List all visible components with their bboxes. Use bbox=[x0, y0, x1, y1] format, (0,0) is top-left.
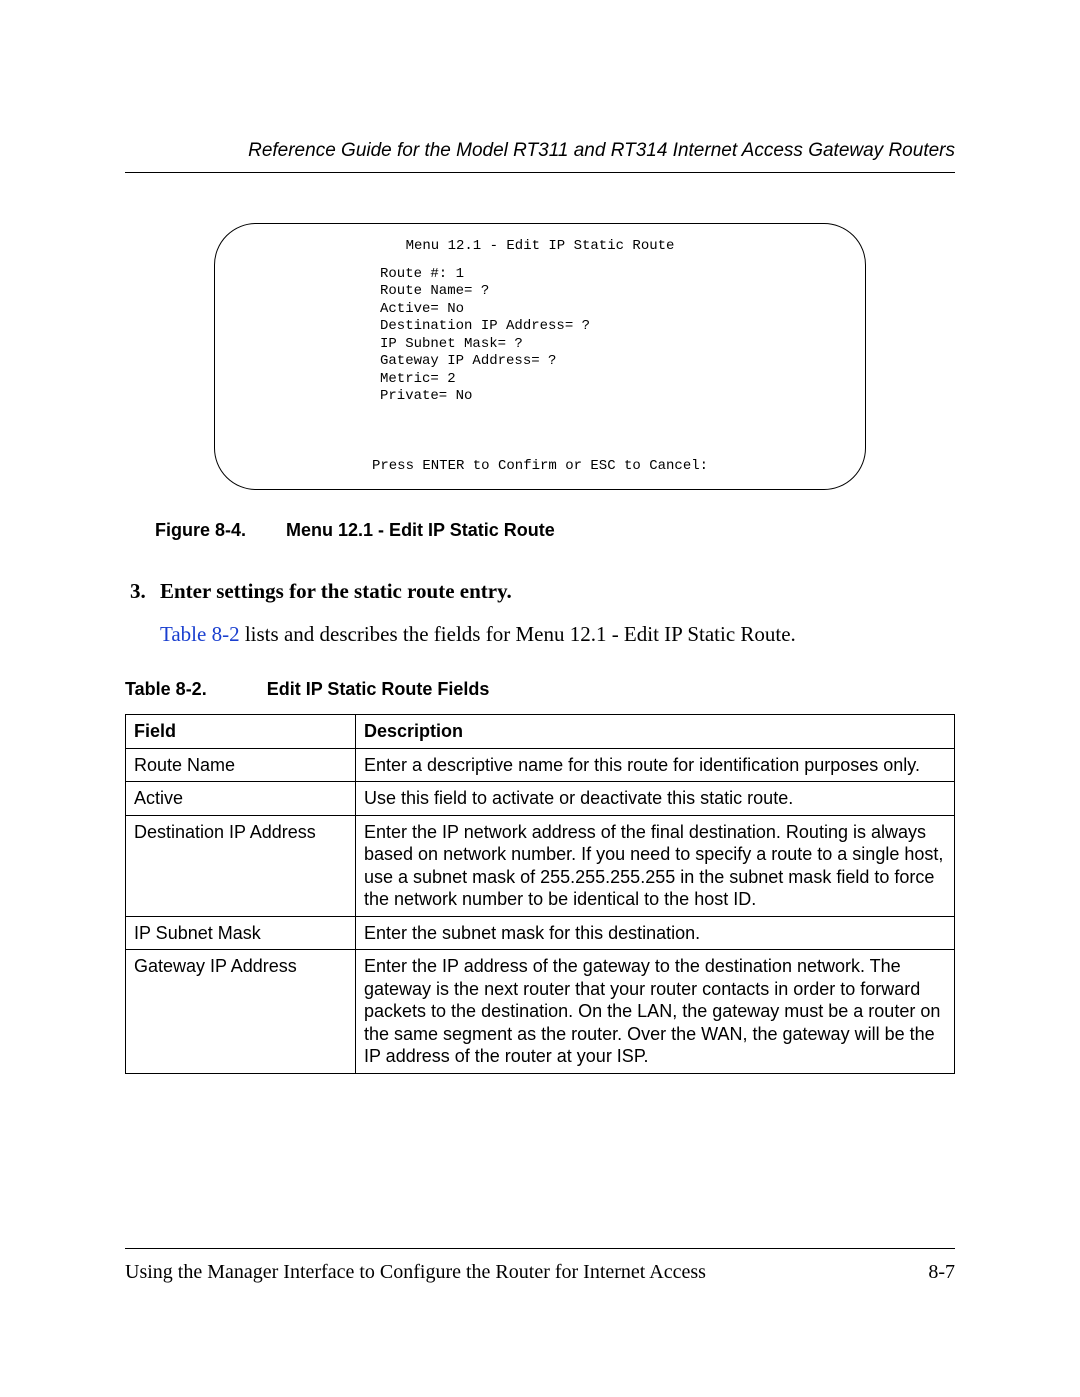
table-cell-field: Gateway IP Address bbox=[126, 950, 356, 1074]
terminal-footer: Press ENTER to Confirm or ESC to Cancel: bbox=[235, 458, 845, 476]
terminal-line: Private= No bbox=[380, 388, 845, 406]
terminal-title: Menu 12.1 - Edit IP Static Route bbox=[235, 238, 845, 256]
table-cell-field: IP Subnet Mask bbox=[126, 916, 356, 950]
table-row: Route Name Enter a descriptive name for … bbox=[126, 748, 955, 782]
fields-table: Field Description Route Name Enter a des… bbox=[125, 714, 955, 1074]
figure-title: Menu 12.1 - Edit IP Static Route bbox=[286, 520, 555, 540]
terminal-line: Route Name= ? bbox=[380, 283, 845, 301]
figure-label: Figure 8-4. bbox=[155, 520, 246, 540]
table-cell-field: Active bbox=[126, 782, 356, 816]
table-cell-field: Route Name bbox=[126, 748, 356, 782]
table-cell-field: Destination IP Address bbox=[126, 815, 356, 916]
table-cell-desc: Enter the IP address of the gateway to t… bbox=[356, 950, 955, 1074]
table-title: Edit IP Static Route Fields bbox=[267, 679, 490, 699]
step-number: 3. bbox=[130, 579, 160, 604]
figure-caption: Figure 8-4. Menu 12.1 - Edit IP Static Ro… bbox=[155, 520, 955, 541]
table-row: Gateway IP Address Enter the IP address … bbox=[126, 950, 955, 1074]
step-description: Table 8-2 lists and describes the fields… bbox=[160, 622, 955, 647]
terminal-line: Gateway IP Address= ? bbox=[380, 353, 845, 371]
terminal-line: Destination IP Address= ? bbox=[380, 318, 845, 336]
page-footer: Using the Manager Interface to Configure… bbox=[125, 1248, 955, 1284]
footer-text: Using the Manager Interface to Configure… bbox=[125, 1261, 706, 1284]
table-cell-desc: Enter the subnet mask for this destinati… bbox=[356, 916, 955, 950]
table-cell-desc: Enter the IP network address of the fina… bbox=[356, 815, 955, 916]
table-row: IP Subnet Mask Enter the subnet mask for… bbox=[126, 916, 955, 950]
table-row: Destination IP Address Enter the IP netw… bbox=[126, 815, 955, 916]
table-row: Active Use this field to activate or dea… bbox=[126, 782, 955, 816]
table-cell-desc: Use this field to activate or deactivate… bbox=[356, 782, 955, 816]
table-header-row: Field Description bbox=[126, 715, 955, 749]
terminal-line: IP Subnet Mask= ? bbox=[380, 336, 845, 354]
terminal-screen: Menu 12.1 - Edit IP Static Route Route #… bbox=[214, 223, 866, 490]
step-item: 3.Enter settings for the static route en… bbox=[130, 579, 955, 604]
footer-rule bbox=[125, 1248, 955, 1249]
table-label: Table 8-2. bbox=[125, 679, 207, 699]
table-reference-link[interactable]: Table 8-2 bbox=[160, 622, 240, 646]
table-cell-desc: Enter a descriptive name for this route … bbox=[356, 748, 955, 782]
header-rule bbox=[125, 172, 955, 173]
page-number: 8-7 bbox=[928, 1261, 955, 1284]
header-title: Reference Guide for the Model RT311 and … bbox=[125, 140, 955, 162]
terminal-body: Route #: 1 Route Name= ? Active= No Dest… bbox=[380, 266, 845, 406]
step-text: Enter settings for the static route entr… bbox=[160, 579, 512, 603]
table-header-desc: Description bbox=[356, 715, 955, 749]
terminal-line: Route #: 1 bbox=[380, 266, 845, 284]
terminal-line: Metric= 2 bbox=[380, 371, 845, 389]
table-caption: Table 8-2. Edit IP Static Route Fields bbox=[125, 679, 955, 700]
step-description-rest: lists and describes the fields for Menu … bbox=[240, 622, 796, 646]
terminal-line: Active= No bbox=[380, 301, 845, 319]
table-header-field: Field bbox=[126, 715, 356, 749]
